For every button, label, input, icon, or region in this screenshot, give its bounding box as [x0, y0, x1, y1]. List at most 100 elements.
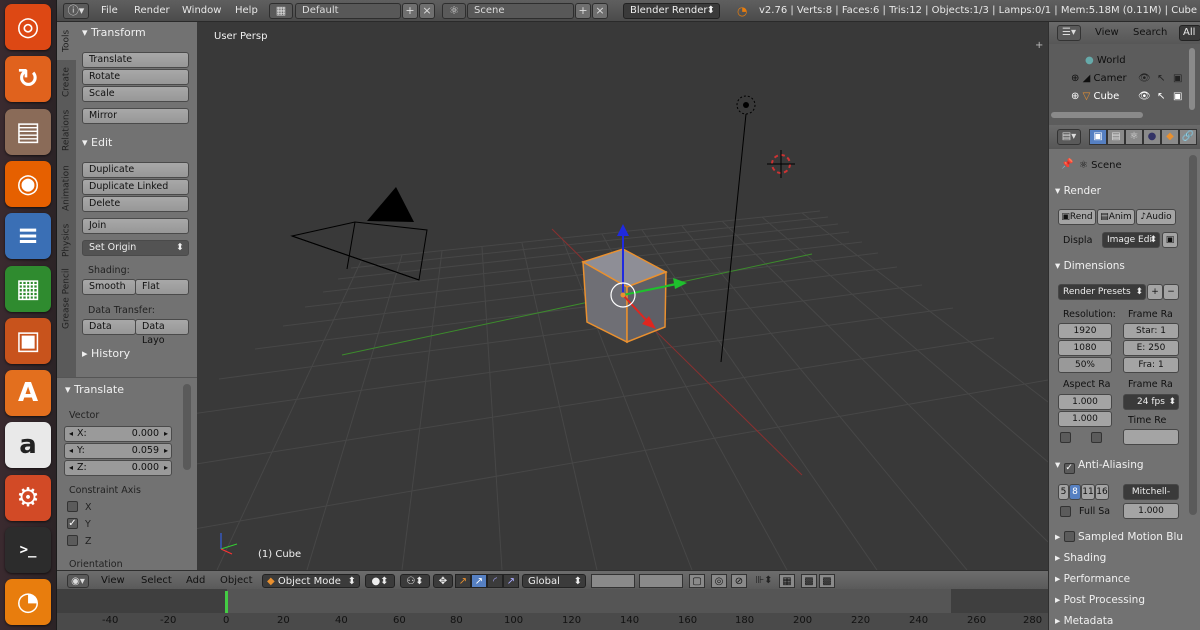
outliner-search-menu[interactable]: Search: [1133, 27, 1167, 38]
join-button[interactable]: Join: [82, 218, 189, 234]
menu-view[interactable]: View: [101, 574, 125, 588]
translate-button[interactable]: Translate: [82, 52, 189, 68]
terminal-icon[interactable]: >_: [5, 527, 51, 573]
render-audio-button[interactable]: ♪Audio: [1136, 209, 1176, 225]
aa-filter-select[interactable]: Mitchell-: [1123, 484, 1179, 500]
menu-render[interactable]: Render: [134, 3, 170, 19]
edit-header[interactable]: ▾ Edit: [82, 135, 112, 151]
opengl-anim-icon[interactable]: ▩: [819, 574, 835, 588]
tab-create[interactable]: Create: [57, 62, 76, 102]
outliner-h-scrollbar[interactable]: [1051, 112, 1143, 118]
scale-manipulator-icon[interactable]: ↗: [503, 574, 519, 588]
resolution-y-field[interactable]: 1080: [1058, 340, 1112, 356]
amazon-icon[interactable]: a: [5, 422, 51, 469]
files-icon[interactable]: ▤: [5, 108, 51, 155]
libreoffice-calc-icon[interactable]: ▦: [5, 265, 51, 312]
blender-icon[interactable]: ◔: [5, 579, 51, 626]
data-layout-button[interactable]: Data Layo: [135, 319, 189, 346]
render-image-button[interactable]: ▣Rend: [1058, 209, 1096, 225]
tab-relations[interactable]: Relations: [57, 104, 76, 156]
screen-layout-icon[interactable]: ▦: [269, 3, 293, 19]
frame-end-field[interactable]: E: 250: [1123, 340, 1179, 356]
menu-select[interactable]: Select: [141, 574, 172, 588]
plus-icon[interactable]: +: [1035, 40, 1043, 51]
metadata-panel-header[interactable]: ▸ Metadata: [1055, 612, 1191, 630]
outliner-view-menu[interactable]: View: [1095, 27, 1119, 38]
render-context-icon[interactable]: ▣: [1089, 129, 1107, 145]
resolution-percent-field[interactable]: 50%: [1058, 357, 1112, 373]
motion-blur-checkbox[interactable]: [1063, 531, 1075, 542]
frame-start-field[interactable]: Star: 1: [1123, 323, 1179, 339]
scene-icon[interactable]: ⚛: [442, 3, 466, 19]
remove-preset-button[interactable]: −: [1163, 284, 1179, 300]
opengl-render-icon[interactable]: ▩: [801, 574, 817, 588]
aa-filter-size-field[interactable]: 1.000: [1123, 503, 1179, 519]
operator-header[interactable]: ▾ Translate: [65, 382, 124, 398]
ubuntu-dash-icon[interactable]: ◎: [5, 4, 51, 50]
scene-field[interactable]: Scene: [467, 3, 574, 19]
performance-panel-header[interactable]: ▸ Performance: [1055, 570, 1191, 588]
pivot-select[interactable]: ⚇⬍: [400, 574, 430, 588]
frame-step-field[interactable]: Fra: 1: [1123, 357, 1179, 373]
renderability-camera-icon[interactable]: ▣: [1173, 91, 1182, 102]
data-button[interactable]: Data: [82, 319, 136, 335]
layers-block-1[interactable]: [591, 574, 635, 588]
viewport-shading-select[interactable]: ●⬍: [365, 574, 395, 588]
timeline[interactable]: -40 -20 0 20 40 60 80 100 120 140 160 18…: [57, 589, 1048, 630]
vector-x-field[interactable]: ◂ X: 0.000 ▸: [64, 426, 172, 442]
aa-samples-8[interactable]: 8: [1069, 484, 1081, 500]
render-panel-header[interactable]: ▾ Render: [1055, 182, 1191, 200]
full-sample-checkbox[interactable]: [1060, 506, 1071, 517]
translate-manipulator-icon[interactable]: ↗: [471, 574, 487, 588]
remove-layout-button[interactable]: ×: [419, 3, 435, 19]
operator-scrollbar[interactable]: [183, 384, 191, 470]
menu-add[interactable]: Add: [186, 574, 205, 588]
tab-animation[interactable]: Animation: [57, 158, 76, 218]
3d-viewport[interactable]: User Persp (1) Cube +: [197, 22, 1048, 570]
pin-icon[interactable]: 📌: [1061, 159, 1073, 170]
render-presets-select[interactable]: Render Presets ⬍: [1058, 284, 1146, 300]
proportional-edit-icon[interactable]: ◎: [711, 574, 727, 588]
constraint-y-checkbox[interactable]: ✓: [67, 518, 78, 529]
lock-interface-icon[interactable]: ▣: [1162, 232, 1178, 248]
duplicate-button[interactable]: Duplicate: [82, 162, 189, 178]
aa-samples-5[interactable]: 5: [1058, 484, 1069, 500]
visibility-eye-icon[interactable]: 👁: [1138, 91, 1151, 102]
tab-physics[interactable]: Physics: [57, 220, 76, 260]
properties-scrollbar[interactable]: [1189, 155, 1197, 515]
display-mode-select[interactable]: All S: [1179, 25, 1200, 41]
outliner-v-scrollbar[interactable]: [1189, 48, 1195, 110]
aa-samples-16[interactable]: 16: [1095, 484, 1109, 500]
menu-window[interactable]: Window: [182, 3, 221, 19]
rotate-button[interactable]: Rotate: [82, 69, 189, 85]
outliner-item-camera[interactable]: ⊕ ◢ Camer: [1071, 73, 1127, 84]
mode-select[interactable]: ◆ Object Mode ⬍: [262, 574, 360, 588]
border-checkbox[interactable]: [1060, 432, 1071, 443]
transform-header[interactable]: ▾ Transform: [82, 25, 146, 41]
mirror-button[interactable]: Mirror: [82, 108, 189, 124]
manipulator-toggle[interactable]: ✥: [433, 574, 453, 588]
layer-lock-icon[interactable]: ▢: [689, 574, 705, 588]
duplicate-linked-button[interactable]: Duplicate Linked: [82, 179, 189, 195]
shading-panel-header[interactable]: ▸ Shading: [1055, 549, 1191, 567]
ubuntu-software-center-icon[interactable]: A: [5, 370, 51, 417]
scene-context-icon[interactable]: ⚛: [1125, 129, 1143, 145]
layout-field[interactable]: Default: [295, 3, 401, 19]
libreoffice-writer-icon[interactable]: ≡: [5, 213, 51, 260]
rotate-manipulator-icon[interactable]: ◜: [487, 574, 503, 588]
smooth-button[interactable]: Smooth: [82, 279, 136, 295]
tab-tools[interactable]: Tools: [57, 22, 76, 60]
post-processing-panel-header[interactable]: ▸ Post Processing: [1055, 591, 1191, 609]
dimensions-panel-header[interactable]: ▾ Dimensions: [1055, 257, 1191, 275]
delete-button[interactable]: Delete: [82, 196, 189, 212]
anti-aliasing-panel-header[interactable]: ▾ ✓ Anti-Aliasing: [1055, 456, 1191, 474]
constraints-context-icon[interactable]: 🔗: [1179, 129, 1197, 145]
world-context-icon[interactable]: ●: [1143, 129, 1161, 145]
software-updater-icon[interactable]: ↻: [5, 56, 51, 103]
menu-object[interactable]: Object: [220, 574, 253, 588]
add-layout-button[interactable]: +: [402, 3, 418, 19]
layers-block-2[interactable]: [639, 574, 683, 588]
current-frame-marker[interactable]: [225, 591, 228, 613]
constraint-x-checkbox[interactable]: [67, 501, 78, 512]
3d-cursor[interactable]: [767, 150, 795, 178]
